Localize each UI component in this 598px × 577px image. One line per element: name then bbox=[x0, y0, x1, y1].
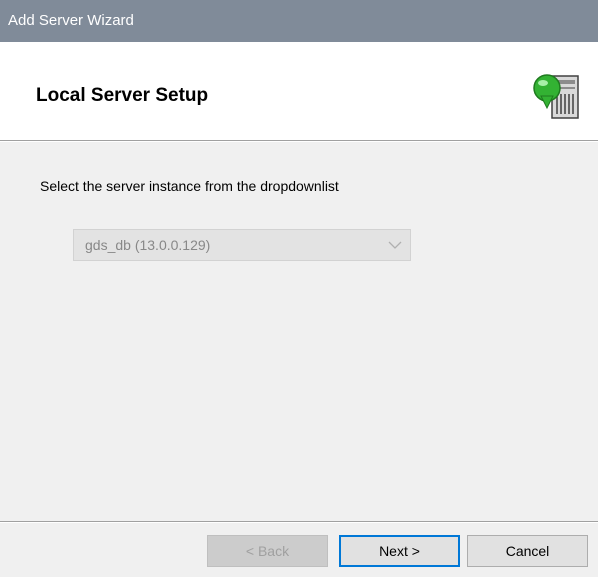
footer-divider-highlight bbox=[0, 522, 598, 523]
server-instance-select-value: gds_db (13.0.0.129) bbox=[85, 237, 211, 253]
next-button[interactable]: Next > bbox=[339, 535, 460, 567]
window-title: Add Server Wizard bbox=[8, 12, 134, 29]
page-title: Local Server Setup bbox=[36, 85, 209, 106]
cancel-button[interactable]: Cancel bbox=[467, 535, 588, 567]
server-icon bbox=[533, 74, 579, 119]
back-button[interactable]: < Back bbox=[207, 535, 328, 567]
server-instance-select[interactable]: gds_db (13.0.0.129) bbox=[73, 229, 411, 261]
header-divider-highlight bbox=[0, 141, 598, 142]
chevron-down-icon bbox=[388, 241, 402, 249]
wizard-header: Local Server Setup bbox=[0, 42, 598, 140]
instance-prompt-label: Select the server instance from the drop… bbox=[40, 178, 339, 194]
window-titlebar[interactable]: Add Server Wizard bbox=[0, 0, 598, 42]
